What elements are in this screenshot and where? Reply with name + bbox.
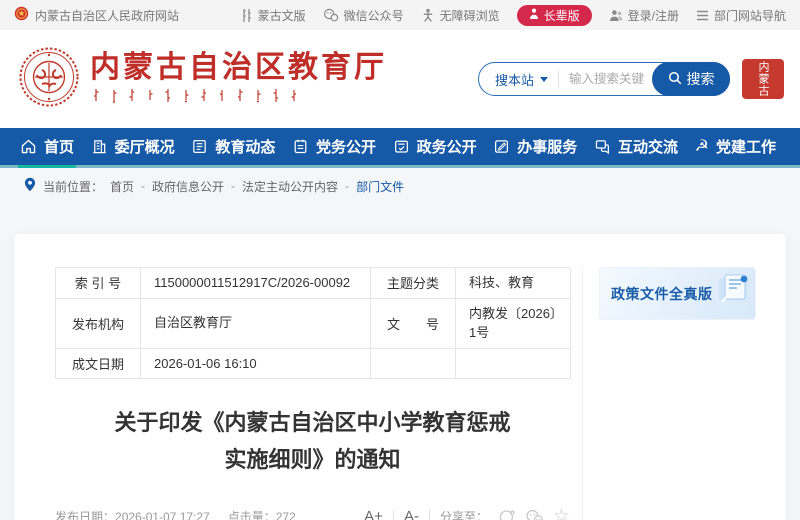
meta-label-date: 成文日期 (56, 349, 141, 380)
agency-seal-logo (18, 46, 80, 113)
document-meta-row: 发布日期：2026-01-07 17:27 点击量：272 A+ A- 分享至：… (55, 507, 570, 520)
elder-person-icon (529, 8, 539, 23)
meta-value-issuer: 自治区教育厅 (141, 299, 371, 349)
top-utility-links: 蒙古文版 微信公众号 无障碍浏览 长辈版 登录/注册 (240, 5, 786, 26)
menu-icon (696, 10, 709, 21)
document-card: 索 引 号 1150000011512917C/2026-00092 主题分类 … (14, 234, 786, 520)
breadcrumb-label: 当前位置： (43, 178, 103, 195)
breadcrumb-gov-info[interactable]: 政府信息公开 (152, 178, 224, 195)
nav-item-interaction[interactable]: 互动交流 (594, 128, 678, 165)
meta-label-index: 索 引 号 (56, 268, 141, 299)
font-increase-button[interactable]: A+ (364, 508, 383, 520)
meta-label-doc-number: 文 号 (371, 299, 456, 349)
mongolian-script-icon (240, 8, 253, 23)
meta-value-date: 2026-01-06 16:10 (141, 349, 371, 380)
building-icon (91, 138, 108, 155)
meta-label-issuer: 发布机构 (56, 299, 141, 349)
document-title: 关于印发《内蒙古自治区中小学教育惩戒 实施细则》的通知 (55, 404, 570, 478)
accessibility-link[interactable]: 无障碍浏览 (421, 7, 500, 24)
location-pin-icon (24, 177, 36, 195)
agency-name: 内蒙古自治区教育厅 (90, 51, 387, 84)
top-utility-bar: 内蒙古自治区人民政府网站 蒙古文版 微信公众号 无障碍浏览 长辈版 (0, 0, 800, 30)
gov-site-link[interactable]: 内蒙古自治区人民政府网站 (14, 6, 179, 24)
meta-label-topic: 主题分类 (371, 268, 456, 299)
meta-empty-cell (456, 349, 571, 380)
nav-item-gov-affairs[interactable]: 政务公开 (393, 128, 477, 165)
elder-version-button[interactable]: 长辈版 (517, 5, 592, 26)
login-register-link[interactable]: 登录/注册 (609, 7, 679, 24)
party-emblem-icon: ☭ (695, 139, 709, 155)
policy-fulltext-banner[interactable]: 政策文件全真版 (599, 267, 756, 320)
banner-title: 政策文件全真版 (611, 284, 713, 304)
nav-item-party-affairs[interactable]: 党务公开 (292, 128, 376, 165)
nav-item-overview[interactable]: 委厅概况 (91, 128, 175, 165)
breadcrumb: 当前位置： 首页 - 政府信息公开 - 法定主动公开内容 - 部门文件 (0, 168, 800, 204)
wechat-official-link[interactable]: 微信公众号 (323, 7, 404, 24)
gov-site-label: 内蒙古自治区人民政府网站 (35, 7, 179, 24)
share-label: 分享至： (440, 508, 488, 520)
red-seal-stamp: 内蒙古 (742, 59, 784, 99)
font-decrease-button[interactable]: A- (404, 508, 419, 520)
meta-value-index: 1150000011512917C/2026-00092 (141, 268, 371, 299)
nav-item-education-news[interactable]: 教育动态 (191, 128, 275, 165)
wechat-icon (323, 8, 339, 22)
clipboard-icon (292, 138, 309, 155)
nav-item-home[interactable]: 首页 (20, 128, 74, 165)
breadcrumb-home[interactable]: 首页 (110, 178, 134, 195)
news-list-icon (191, 138, 208, 155)
search-bar: 搜本站 搜索 (478, 62, 730, 96)
document-article: 索 引 号 1150000011512917C/2026-00092 主题分类 … (55, 267, 570, 520)
search-icon (668, 71, 682, 88)
document-monitor-illustration (713, 272, 753, 315)
primary-nav: 首页 委厅概况 教育动态 党务公开 政务公开 办事服务 互动交流 ☭ 党建工作 (0, 128, 800, 168)
chevron-down-icon (540, 77, 548, 82)
nav-item-services[interactable]: 办事服务 (493, 128, 577, 165)
nav-item-party-building[interactable]: ☭ 党建工作 (695, 128, 776, 165)
meta-value-topic: 科技、教育 (456, 268, 571, 299)
meta-empty-cell (371, 349, 456, 380)
accessibility-icon (421, 8, 435, 23)
user-icon (609, 9, 623, 22)
dept-nav-link[interactable]: 部门网站导航 (696, 7, 786, 24)
national-emblem-icon (14, 6, 29, 24)
search-scope-select[interactable]: 搜本站 (479, 70, 558, 89)
publish-date: 发布日期：2026-01-07 17:27 (55, 508, 210, 520)
document-meta-table: 索 引 号 1150000011512917C/2026-00092 主题分类 … (55, 267, 570, 379)
hit-count: 点击量：272 (228, 508, 296, 520)
qq-share-icon[interactable] (498, 508, 516, 520)
breadcrumb-dept-documents[interactable]: 部门文件 (356, 178, 404, 195)
agency-brand[interactable]: 内蒙古自治区教育厅 (18, 46, 387, 113)
chat-bubbles-icon (594, 138, 611, 155)
breadcrumb-statutory-disclosure[interactable]: 法定主动公开内容 (242, 178, 338, 195)
document-pencil-icon (493, 138, 510, 155)
wechat-share-icon[interactable] (525, 509, 544, 520)
sidebar: 政策文件全真版 (582, 267, 760, 520)
meta-value-doc-number: 内教发〔2026〕1号 (456, 299, 571, 349)
home-icon (20, 138, 37, 155)
favorite-star-icon[interactable]: ☆ (553, 507, 570, 520)
search-input[interactable] (559, 72, 652, 86)
document-check-icon (393, 138, 410, 155)
header-search-area: 搜本站 搜索 内蒙古 (478, 59, 784, 99)
mongolian-version-link[interactable]: 蒙古文版 (240, 7, 306, 24)
site-header: 内蒙古自治区教育厅 搜本站 (0, 30, 800, 128)
search-button[interactable]: 搜索 (652, 62, 730, 96)
agency-name-mongolian-script (90, 88, 387, 108)
